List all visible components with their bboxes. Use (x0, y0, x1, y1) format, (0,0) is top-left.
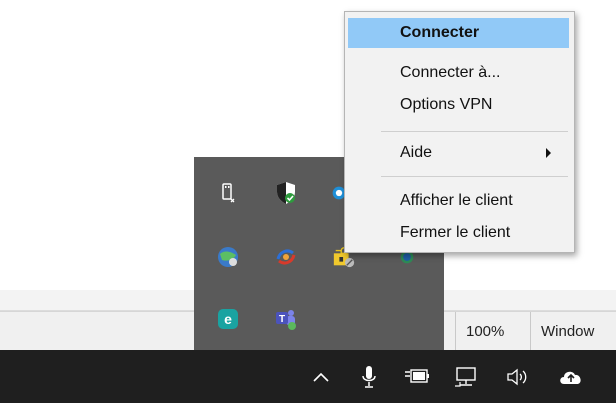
menu-item-connect-to[interactable]: Connecter à... (348, 58, 569, 88)
usb-eject-icon[interactable] (216, 181, 240, 205)
menu-item-close-client[interactable]: Fermer le client (348, 218, 569, 248)
sync-arrows-icon[interactable] (274, 245, 298, 269)
taskbar (0, 350, 616, 403)
menu-item-label: Fermer le client (400, 224, 511, 241)
shield-check-icon[interactable] (274, 181, 298, 205)
cloud-upload-icon[interactable] (558, 364, 584, 390)
menu-item-label: Afficher le client (400, 192, 513, 209)
menu-item-label: Options VPN (400, 96, 493, 113)
menu-item-show-client[interactable]: Afficher le client (348, 186, 569, 216)
battery-plug-icon[interactable] (404, 364, 430, 390)
menu-item-label: Connecter à... (400, 64, 501, 81)
menu-item-label: Connecter (400, 24, 480, 41)
microphone-icon[interactable] (356, 364, 382, 390)
menu-separator (381, 131, 568, 132)
svg-text:e: e (224, 311, 232, 327)
menu-item-connect[interactable]: Connecter (348, 18, 569, 48)
network-globe-icon[interactable] (216, 245, 240, 269)
menu-item-help[interactable]: Aide (348, 138, 569, 168)
zoom-level[interactable]: 100% (455, 312, 540, 352)
svg-text:T: T (279, 314, 285, 325)
menu-item-vpn-options[interactable]: Options VPN (348, 90, 569, 120)
submenu-arrow-icon (546, 148, 551, 158)
speaker-icon[interactable] (505, 364, 531, 390)
os-label: Window (530, 312, 616, 352)
menu-separator (381, 176, 568, 177)
network-icon[interactable] (453, 364, 479, 390)
vpn-context-menu: Connecter Connecter à... Options VPN Aid… (344, 11, 575, 253)
teams-icon[interactable]: T (274, 307, 298, 331)
chevron-up-icon[interactable] (308, 364, 334, 390)
menu-item-label: Aide (400, 144, 433, 161)
eset-icon[interactable]: e (216, 307, 240, 331)
